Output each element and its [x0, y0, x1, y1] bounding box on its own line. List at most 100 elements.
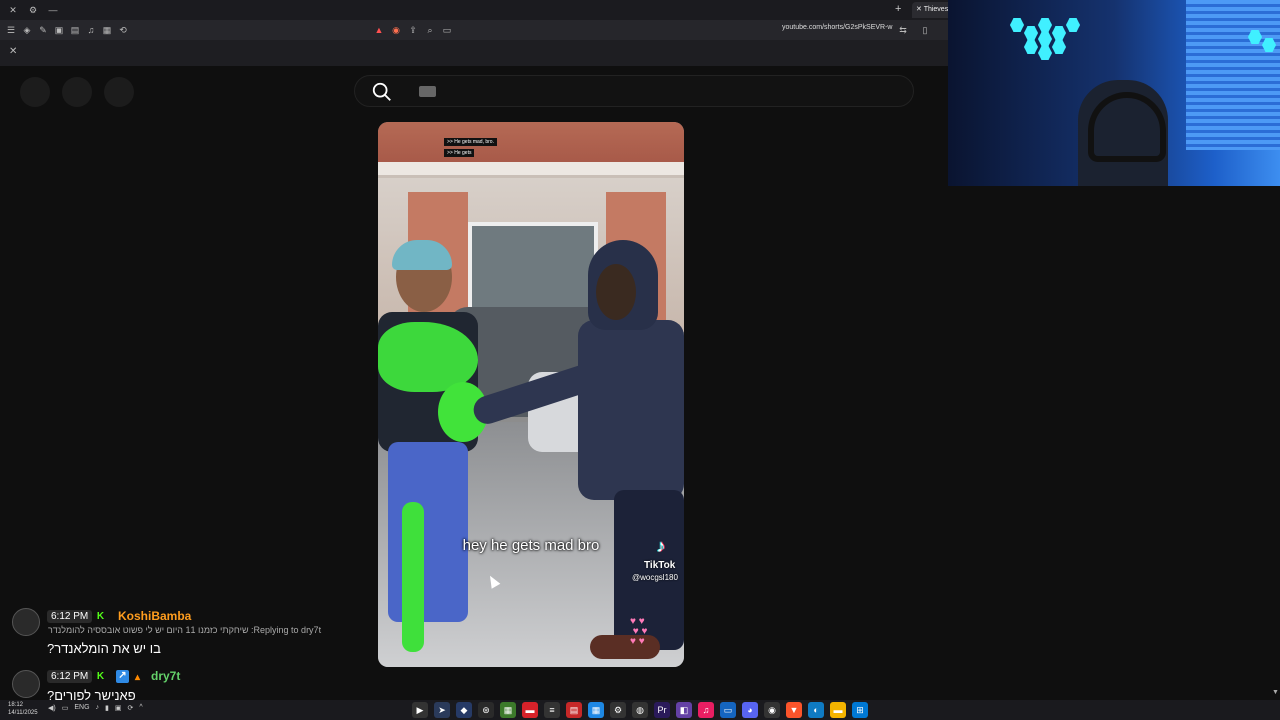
browser-toolbar: ☰ ◈ ✎ ▣ ▤ ♫ ▦ ⟲ ▲ ◉ ⇪ ⌕ ▭ youtube.com/sh… [0, 20, 948, 40]
video-scene-cornice [378, 162, 684, 178]
nav-circle-button[interactable] [20, 77, 50, 107]
hex-light [1038, 18, 1052, 32]
twitch-icon[interactable]: ◧ [676, 702, 692, 718]
green-effect [402, 502, 424, 652]
video-top-caption: >> He gets [444, 149, 475, 157]
pin-icon[interactable]: ✎ [36, 23, 50, 37]
app-icon[interactable]: ◆ [456, 702, 472, 718]
music-app-icon[interactable]: ♫ [698, 702, 714, 718]
address-bar[interactable]: youtube.com/shorts/G2sPkSEVR-w [782, 24, 893, 31]
hex-light [1038, 46, 1052, 60]
search-bar[interactable] [354, 75, 914, 107]
brave-icon[interactable]: ▼ [786, 702, 802, 718]
zoom-icon[interactable]: ⌕ [423, 23, 437, 37]
store-icon[interactable]: ▦ [588, 702, 604, 718]
sync-icon[interactable]: ⟳ [128, 704, 134, 712]
power-icon[interactable]: ▮ [105, 704, 109, 712]
chat-username: dry7t [151, 669, 181, 683]
hex-light [1038, 32, 1052, 46]
tab-thieves[interactable]: ✕ Thieves [912, 2, 952, 18]
tiktok-watermark: TikTok [644, 560, 676, 571]
browser-icon[interactable]: ◍ [632, 702, 648, 718]
media-player-icon[interactable]: ▶ [412, 702, 428, 718]
clock-time: 18:12 [8, 702, 24, 708]
search-icon[interactable] [371, 81, 393, 103]
close-tab-icon[interactable]: ✕ [916, 6, 924, 13]
volume-icon[interactable]: ◀) [48, 704, 56, 712]
edge-icon[interactable]: ◐ [808, 702, 824, 718]
nav-circle-button[interactable] [104, 77, 134, 107]
new-tab-plus-icon[interactable]: + [895, 3, 901, 15]
person-right-body [578, 320, 684, 500]
avatar [12, 670, 40, 698]
hex-light [1010, 18, 1024, 32]
kick-badge-icon: K [96, 671, 105, 682]
notification-bar: ✕ [0, 40, 948, 66]
video-person-left [378, 240, 488, 662]
reply-reference: שיחקתי כזמנו 11 היום יש לי פשוט אובססיה … [48, 625, 322, 635]
video-scene-roof [378, 122, 684, 162]
avatar [12, 608, 40, 636]
premiere-icon[interactable]: Pr [654, 702, 670, 718]
message-time: 6:12 PM [47, 610, 93, 623]
tabs-icon[interactable]: ▣ [52, 23, 66, 37]
hex-light [1024, 26, 1038, 40]
share-icon[interactable]: ⇪ [406, 23, 420, 37]
tray-icon[interactable]: ▣ [115, 704, 122, 712]
files-icon[interactable]: ▭ [720, 702, 736, 718]
hex-light [1052, 40, 1066, 54]
language-indicator[interactable]: ENG [74, 704, 89, 712]
sidebar-icon[interactable]: ▤ [68, 23, 82, 37]
shorts-video-player[interactable]: >> He gets mad, bro. >> He gets hey he g… [378, 122, 684, 667]
chrome-icon[interactable]: ◉ [764, 702, 780, 718]
hearts-icon: ♥ ♥ ♥ ♥ ♥ ♥ [630, 616, 648, 647]
person-left-legs [388, 442, 468, 622]
nav-circle-button[interactable] [62, 77, 92, 107]
settings-icon[interactable]: ⚙ [610, 702, 626, 718]
mic-icon[interactable]: ♪ [96, 704, 100, 712]
translate-icon[interactable]: ⇆ [896, 23, 910, 37]
folder-icon[interactable]: ▬ [830, 702, 846, 718]
video-top-caption: >> He gets mad, bro. [444, 138, 497, 146]
browser-tab-bar: ✕ ⚙ — + ✕ Thieves [0, 0, 952, 20]
settings-icon[interactable]: ⚙ [26, 3, 40, 17]
minecraft-icon[interactable]: ▦ [500, 702, 516, 718]
minimize-icon[interactable]: — [46, 3, 60, 17]
notes-icon[interactable]: ≡ [544, 702, 560, 718]
taskbar-clock[interactable]: 18:12 14/11/2025 [8, 701, 38, 717]
person-right-shoes [590, 635, 660, 659]
extensions-icon[interactable]: ⟲ [116, 23, 130, 37]
chat-overlay: 6:12 PM K KoshiBamba שיחקתי כזמנו 11 היו… [0, 606, 360, 703]
hex-light [1052, 26, 1066, 40]
chat-username: KoshiBamba [118, 609, 192, 623]
alert-icon[interactable]: ▲ [372, 23, 386, 37]
gallery-icon[interactable]: ▦ [100, 23, 114, 37]
telegram-icon[interactable]: ➤ [434, 702, 450, 718]
vpn-icon[interactable]: ◉ [389, 23, 403, 37]
subscriber-badge-icon: ↗ [116, 670, 129, 683]
taskbar: 18:12 14/11/2025 ◀) ▭ ENG ♪ ▮ ▣ ⟳ ^ ▶ ➤ … [0, 700, 1280, 720]
scroll-down-icon[interactable]: ▼ [1272, 689, 1279, 696]
music-icon[interactable]: ♫ [84, 23, 98, 37]
close-icon[interactable]: ✕ [9, 46, 17, 57]
bookmark-icon[interactable]: ▯ [918, 23, 932, 37]
screen-icon[interactable]: ▭ [440, 23, 454, 37]
pdf-icon[interactable]: ▤ [566, 702, 582, 718]
windows-icon[interactable]: ⊞ [852, 702, 868, 718]
chevron-up-icon[interactable]: ^ [139, 704, 142, 712]
kick-badge-icon: K [96, 611, 105, 622]
flame-badge-icon: ▴ [134, 672, 141, 683]
game-icon[interactable]: ▬ [522, 702, 538, 718]
steam-icon[interactable]: ⊛ [478, 702, 494, 718]
streamer-webcam [948, 0, 1280, 186]
headset-icon [1088, 92, 1166, 162]
video-subtitle: hey he gets mad bro [462, 537, 600, 554]
keyboard-icon[interactable] [419, 86, 436, 97]
close-window-icon[interactable]: ✕ [6, 3, 20, 17]
menu-icon[interactable]: ☰ [4, 23, 18, 37]
shield-icon[interactable]: ◈ [20, 23, 34, 37]
person-right-face [596, 264, 636, 320]
discord-icon[interactable]: ◕ [742, 702, 758, 718]
network-icon[interactable]: ▭ [62, 704, 69, 712]
chat-message: ?בו יש את הומלאנדר [47, 641, 161, 656]
